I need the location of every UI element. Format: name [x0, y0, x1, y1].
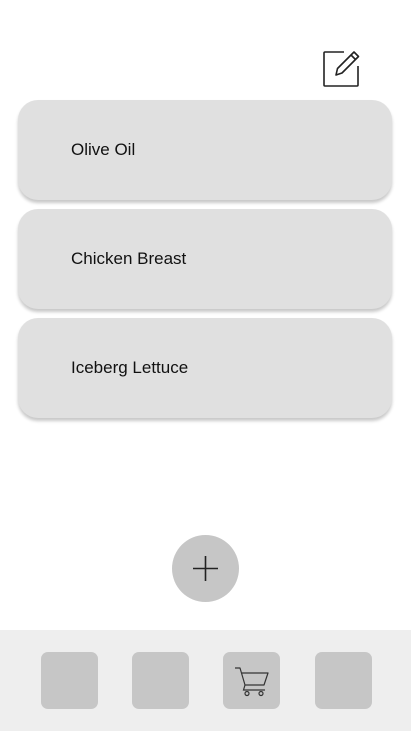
edit-icon: [323, 51, 360, 87]
nav-button-1[interactable]: [41, 652, 98, 709]
grocery-list: Olive Oil Chicken Breast Iceberg Lettuce: [18, 100, 392, 427]
list-item[interactable]: Iceberg Lettuce: [18, 318, 392, 418]
list-item-label: Olive Oil: [71, 140, 136, 159]
add-item-button[interactable]: [172, 535, 239, 602]
shopping-list-screen: Olive Oil Chicken Breast Iceberg Lettuce: [0, 0, 411, 731]
list-item-label: Chicken Breast: [71, 249, 187, 268]
list-item[interactable]: Chicken Breast: [18, 209, 392, 309]
plus-icon: [193, 556, 218, 581]
nav-button-cart[interactable]: [223, 652, 280, 709]
nav-button-2[interactable]: [132, 652, 189, 709]
list-item-label: Iceberg Lettuce: [71, 358, 189, 377]
cart-icon: [235, 667, 269, 697]
bottom-navigation: [0, 630, 411, 731]
nav-button-4[interactable]: [315, 652, 372, 709]
list-item[interactable]: Olive Oil: [18, 100, 392, 200]
edit-button[interactable]: [322, 48, 362, 88]
